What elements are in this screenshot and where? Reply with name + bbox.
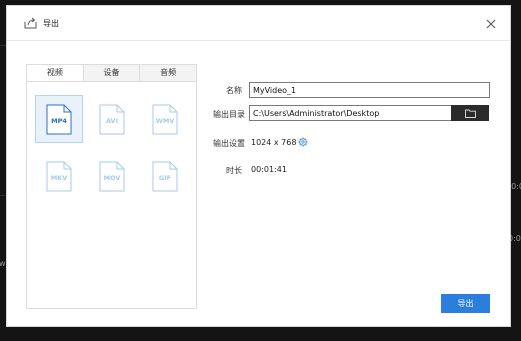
tab-video[interactable]: 视频 <box>27 65 83 81</box>
export-dialog: 导出 视频 设备 音频 MP4 AVI WMV MKV MOV GIF 名称 M… <box>6 5 511 327</box>
format-label-mov: MOV <box>103 173 121 182</box>
format-panel: 视频 设备 音频 MP4 AVI WMV MKV MOV GIF <box>26 64 197 309</box>
file-doc-icon: WMV <box>152 104 178 135</box>
format-mp4[interactable]: MP4 <box>35 95 83 143</box>
format-label-avi: AVI <box>105 116 119 125</box>
output-settings-label: 输出设置 <box>213 139 245 148</box>
format-tabs: 视频 设备 音频 <box>27 65 197 82</box>
format-wmv[interactable]: WMV <box>141 95 189 143</box>
output-dir-label: 输出目录 <box>213 110 245 119</box>
gear-icon[interactable] <box>298 137 308 147</box>
duration-value: 00:01:41 <box>251 165 287 174</box>
export-button[interactable]: 导出 <box>441 294 490 313</box>
format-label-wmv: WMV <box>155 116 175 125</box>
format-mkv[interactable]: MKV <box>35 152 83 200</box>
tab-device[interactable]: 设备 <box>82 65 140 81</box>
close-icon[interactable] <box>486 19 496 29</box>
name-label: 名称 <box>226 86 242 95</box>
format-label-mkv: MKV <box>50 173 68 182</box>
file-doc-icon: AVI <box>99 104 125 135</box>
format-label-mp4: MP4 <box>51 116 67 125</box>
file-doc-icon: MKV <box>46 161 72 192</box>
dialog-titlebar: 导出 <box>7 6 510 41</box>
folder-icon <box>464 109 476 118</box>
file-doc-icon: MOV <box>99 161 125 192</box>
duration-label: 时长 <box>226 166 242 175</box>
browse-folder-button[interactable] <box>451 105 489 121</box>
file-doc-icon: MP4 <box>46 104 72 135</box>
resolution-value: 1024 x 768 <box>251 138 297 147</box>
tab-audio[interactable]: 音频 <box>139 65 197 81</box>
dialog-title: 导出 <box>43 19 59 28</box>
output-dir-input[interactable] <box>249 105 452 121</box>
format-gif[interactable]: GIF <box>141 152 189 200</box>
format-avi[interactable]: AVI <box>88 95 136 143</box>
file-doc-icon: GIF <box>152 161 178 192</box>
name-input[interactable] <box>249 82 490 98</box>
format-mov[interactable]: MOV <box>88 152 136 200</box>
format-label-gif: GIF <box>158 173 172 182</box>
export-share-icon <box>24 17 37 29</box>
